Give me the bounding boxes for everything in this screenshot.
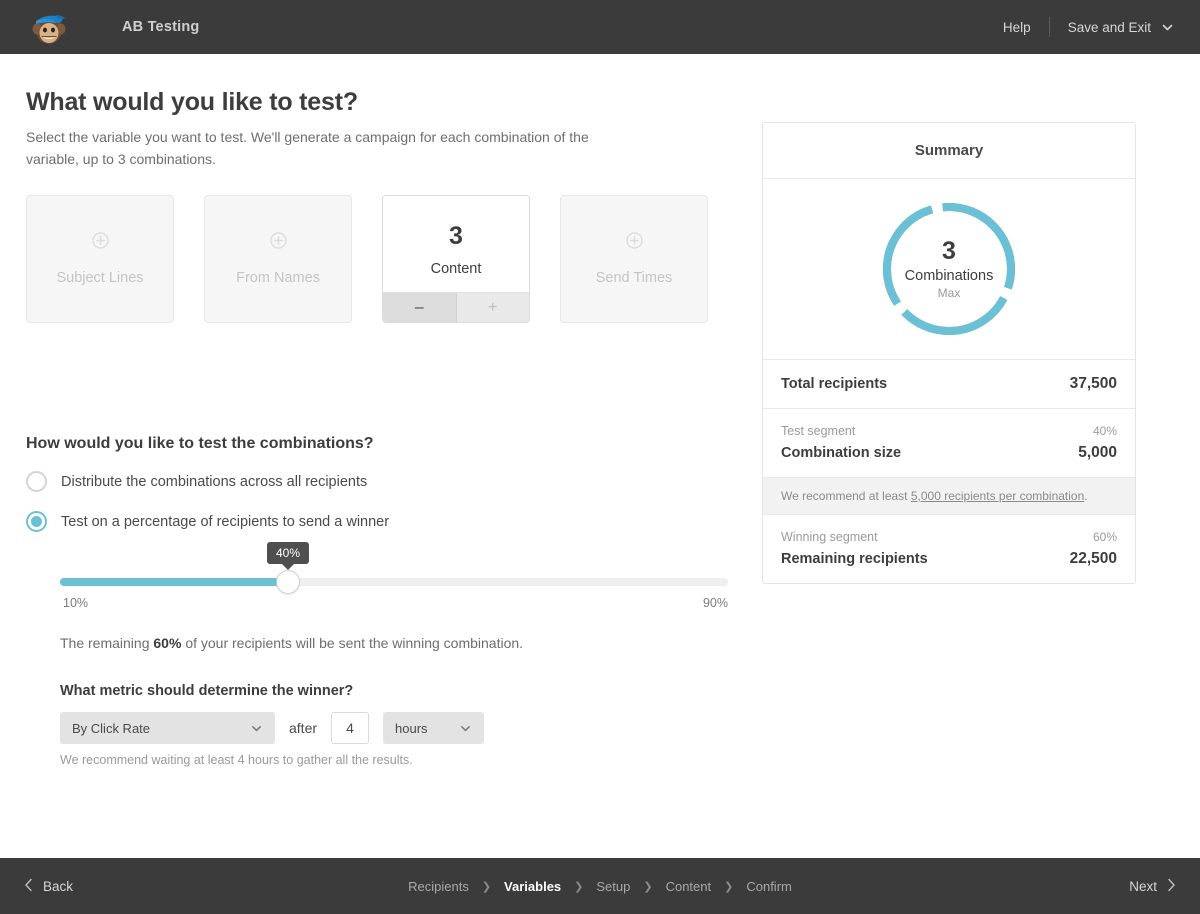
combination-question-title: How would you like to test the combinati… (26, 435, 374, 453)
duration-input[interactable] (331, 712, 369, 744)
variable-card-count: 3 (449, 224, 463, 249)
variable-card-label: Content (431, 261, 482, 277)
app-title: AB Testing (122, 19, 199, 35)
variable-card-label: Subject Lines (56, 270, 143, 286)
next-button-label: Next (1129, 879, 1157, 894)
save-and-exit-button[interactable]: Save and Exit (1050, 20, 1169, 35)
chevron-left-icon (24, 878, 34, 895)
combinations-donut-chart: 3 Combinations Max (763, 179, 1135, 359)
remaining-recipients-text: The remaining 60% of your recipients wil… (60, 635, 523, 651)
variable-card-content[interactable]: 3 Content – + (382, 195, 530, 323)
step-confirm[interactable]: Confirm (744, 879, 794, 894)
radio-icon[interactable] (26, 471, 47, 492)
metric-recommendation-note: We recommend waiting at least 4 hours to… (60, 753, 413, 767)
remaining-percentage: 60% (153, 635, 181, 651)
step-content[interactable]: Content (664, 879, 714, 894)
metric-controls: By Click Rate after hours (60, 712, 484, 744)
slider-handle[interactable] (276, 570, 300, 594)
page-subtitle: Select the variable you want to test. We… (26, 126, 626, 170)
chevron-down-icon (459, 722, 472, 735)
back-button[interactable]: Back (24, 878, 73, 895)
after-label: after (289, 720, 317, 736)
step-separator-icon: ❯ (574, 880, 583, 893)
unit-select-value: hours (395, 721, 451, 736)
variable-card-subject-lines[interactable]: Subject Lines (26, 195, 174, 323)
variable-cards: Subject Lines From Names 3 Content – + (26, 195, 708, 323)
remaining-recipients-label: Remaining recipients (781, 551, 928, 567)
winning-segment-percentage: 60% (1093, 530, 1117, 544)
metric-select-value: By Click Rate (72, 721, 242, 736)
step-recipients[interactable]: Recipients (406, 879, 471, 894)
back-button-label: Back (43, 879, 73, 894)
variable-card-label: Send Times (596, 270, 673, 286)
wizard-steps: Recipients ❯ Variables ❯ Setup ❯ Content… (406, 879, 794, 894)
stepper-increment-button[interactable]: + (457, 293, 530, 322)
mailchimp-freddie-logo[interactable] (28, 7, 74, 47)
step-variables[interactable]: Variables (502, 879, 563, 894)
remaining-prefix: The remaining (60, 635, 150, 651)
wizard-footer: Back Recipients ❯ Variables ❯ Setup ❯ Co… (0, 858, 1200, 914)
radio-option-percentage[interactable]: Test on a percentage of recipients to se… (26, 511, 389, 532)
summary-row-total-recipients: Total recipients 37,500 (763, 359, 1135, 408)
page-title: What would you like to test? (26, 88, 358, 117)
main-content: What would you like to test? Select the … (0, 54, 760, 858)
slider-track-fill (60, 578, 288, 586)
step-separator-icon: ❯ (643, 880, 652, 893)
next-button[interactable]: Next (1129, 878, 1176, 895)
donut-svg (879, 199, 1019, 339)
remaining-suffix: of your recipients will be sent the winn… (185, 635, 523, 651)
chevron-down-icon[interactable] (1161, 21, 1178, 34)
summary-recommendation-note: We recommend at least 5,000 recipients p… (763, 477, 1135, 514)
plus-circle-icon (92, 232, 109, 254)
plus-circle-icon (626, 232, 643, 254)
remaining-recipients-value: 22,500 (1070, 550, 1117, 568)
unit-select[interactable]: hours (383, 712, 484, 744)
metric-select[interactable]: By Click Rate (60, 712, 275, 744)
app-header: AB Testing Help Save and Exit (0, 0, 1200, 54)
plus-circle-icon (270, 232, 287, 254)
slider-value-tooltip: 40% (267, 542, 309, 564)
slider-min-label: 10% (63, 596, 88, 610)
content-stepper: – + (383, 292, 529, 322)
test-segment-label: Test segment (781, 424, 855, 438)
ab-testing-page: AB Testing Help Save and Exit What would… (0, 0, 1200, 914)
metric-question-title: What metric should determine the winner? (60, 683, 353, 699)
summary-panel: Summary 3 Combinations Max Total recipie… (762, 122, 1136, 584)
chevron-right-icon (1166, 878, 1176, 895)
note-prefix: We recommend at least (781, 489, 908, 503)
note-link[interactable]: 5,000 recipients per combination (911, 489, 1084, 503)
summary-row-combination-size: Test segment 40% Combination size 5,000 (763, 408, 1135, 477)
combination-size-label: Combination size (781, 445, 901, 461)
radio-option-distribute[interactable]: Distribute the combinations across all r… (26, 471, 367, 492)
help-link[interactable]: Help (985, 20, 1049, 35)
summary-row-remaining-recipients: Winning segment 60% Remaining recipients… (763, 514, 1135, 583)
winning-segment-label: Winning segment (781, 530, 878, 544)
step-separator-icon: ❯ (724, 880, 733, 893)
radio-icon-selected[interactable] (26, 511, 47, 532)
step-separator-icon: ❯ (482, 880, 491, 893)
variable-card-send-times[interactable]: Send Times (560, 195, 708, 323)
stepper-decrement-button[interactable]: – (383, 293, 456, 322)
chevron-down-icon (250, 722, 263, 735)
radio-option-label: Distribute the combinations across all r… (61, 474, 367, 490)
radio-option-label: Test on a percentage of recipients to se… (61, 514, 389, 530)
total-recipients-label: Total recipients (781, 376, 887, 392)
summary-title: Summary (763, 123, 1135, 179)
slider-max-label: 90% (703, 596, 728, 610)
note-suffix: . (1084, 489, 1087, 503)
variable-card-from-names[interactable]: From Names (204, 195, 352, 323)
header-actions: Help Save and Exit (985, 17, 1178, 37)
step-setup[interactable]: Setup (594, 879, 632, 894)
combination-size-value: 5,000 (1078, 444, 1117, 462)
slider-track[interactable] (60, 578, 728, 586)
variable-card-label: From Names (236, 270, 320, 286)
test-segment-percentage: 40% (1093, 424, 1117, 438)
total-recipients-value: 37,500 (1070, 375, 1117, 393)
